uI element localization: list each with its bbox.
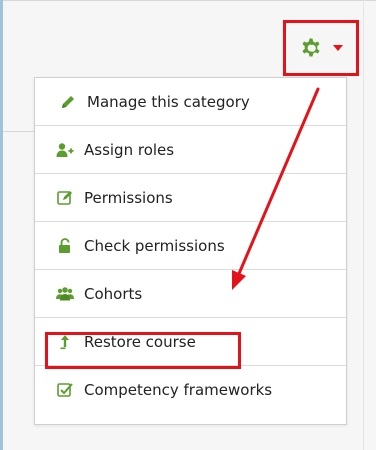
menu-item-label: Manage this category (87, 92, 250, 111)
menu-item-restore-course[interactable]: Restore course (35, 318, 346, 366)
gear-icon (299, 36, 323, 60)
settings-menu-button[interactable] (283, 20, 359, 76)
menu-item-cohorts[interactable]: Cohorts (35, 270, 346, 318)
page-left-divider (3, 131, 34, 132)
frame-left-border (0, 0, 3, 450)
menu-item-label: Cohorts (84, 284, 143, 303)
menu-item-label: Competency frameworks (84, 381, 273, 399)
upload-arrow-icon (56, 333, 74, 351)
menu-item-label: Restore course (84, 332, 196, 351)
menu-item-assign-roles[interactable]: Assign roles (35, 126, 346, 174)
check-square-icon (56, 381, 74, 399)
menu-item-label: Assign roles (84, 140, 175, 159)
caret-down-icon (333, 45, 343, 51)
pencil-icon (59, 93, 77, 111)
category-settings-menu: Manage this category Assign roles Permis… (34, 77, 347, 425)
page-right-divider (363, 0, 364, 450)
unlock-icon (56, 237, 74, 255)
menu-item-label: Permissions (84, 188, 173, 207)
user-plus-icon (56, 141, 74, 159)
menu-item-check-permissions[interactable]: Check permissions (35, 222, 346, 270)
page-top-divider (3, 0, 376, 1)
menu-item-permissions[interactable]: Permissions (35, 174, 346, 222)
menu-item-label: Check permissions (84, 236, 225, 255)
menu-item-competency-frameworks[interactable]: Competency frameworks (35, 366, 346, 414)
users-icon (56, 285, 74, 303)
menu-item-manage-category[interactable]: Manage this category (35, 78, 346, 126)
edit-square-icon (56, 189, 74, 207)
